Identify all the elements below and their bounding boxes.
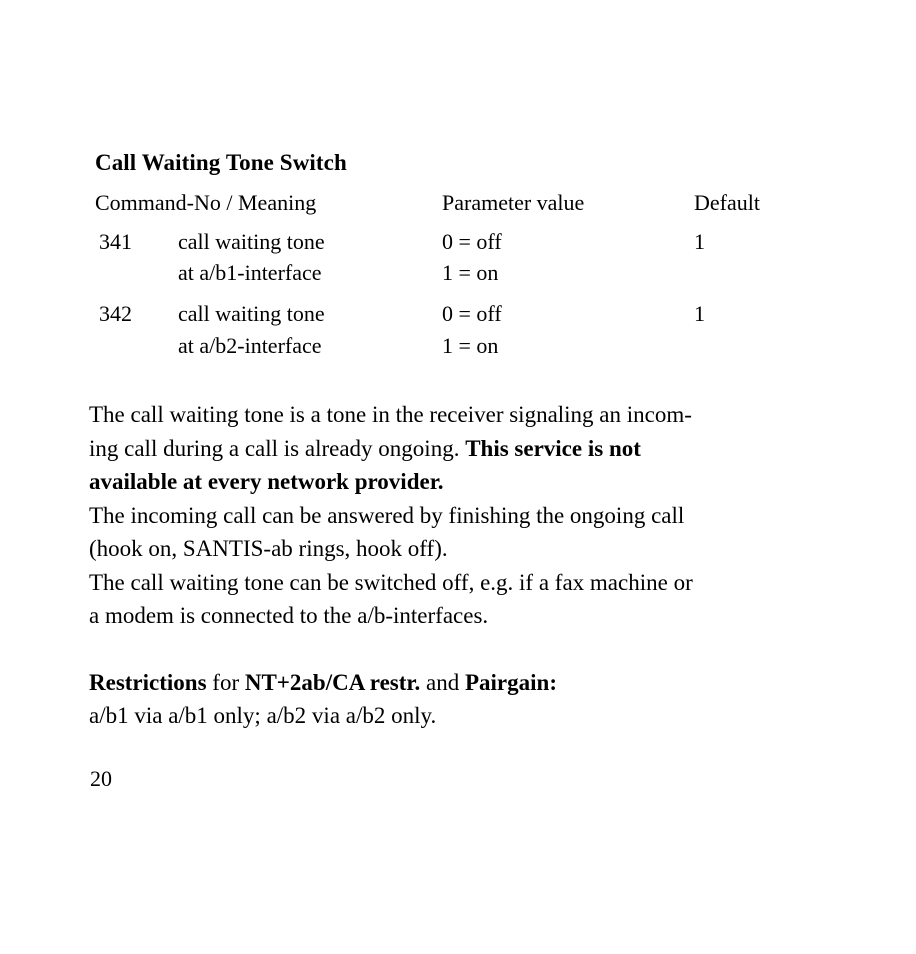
- row-meaning-line2: at a/b2-interface: [178, 332, 322, 358]
- paragraph1-line2-bold: This service is not: [465, 435, 641, 461]
- paragraph-description: The call waiting tone is a tone in the r…: [89, 398, 879, 499]
- row-command-number: 342: [99, 301, 132, 327]
- header-default: Default: [694, 189, 760, 215]
- row-meaning: call waiting tone at a/b1-interface: [170, 222, 434, 294]
- paragraph1-line3-bold: available at every network provider.: [89, 469, 444, 494]
- paragraph2-line2: (hook on, SANTIS-ab rings, hook off).: [89, 536, 448, 561]
- header-parameter-value: Parameter value: [442, 189, 585, 215]
- restrictions-pairgain: Pairgain:: [464, 669, 557, 695]
- restrictions-connector-for: for: [206, 669, 245, 695]
- paragraph2-line1: The incoming call can be answered by fin…: [89, 502, 685, 528]
- spec-table-container: Call Waiting Tone Switch Command-No / Me…: [87, 144, 825, 367]
- row-parameter-line1: 0 = off: [442, 228, 502, 254]
- restrictions-heading: Restrictions for NT+2ab/CA restr. and Pa…: [89, 666, 879, 700]
- row-command-number: 341: [99, 228, 132, 254]
- paragraph-switch-off: The call waiting tone can be switched of…: [89, 566, 879, 633]
- row-default: 1: [694, 301, 705, 327]
- header-command-meaning: Command-No / Meaning: [95, 189, 317, 215]
- row-default: 1: [694, 228, 705, 254]
- call-waiting-tone-switch-table: Call Waiting Tone Switch Command-No / Me…: [87, 144, 825, 367]
- restrictions-product: NT+2ab/CA restr.: [244, 669, 421, 695]
- row-parameter: 0 = off 1 = on: [434, 222, 686, 294]
- table-header-row: Command-No / Meaning Parameter value Def…: [87, 184, 825, 222]
- restrictions-block: Restrictions for NT+2ab/CA restr. and Pa…: [89, 666, 879, 733]
- paragraph-answering: The incoming call can be answered by fin…: [89, 499, 879, 566]
- page-number: 20: [90, 766, 112, 791]
- paragraph3-line2: a modem is connected to the a/b-interfac…: [89, 603, 489, 628]
- table-row: 342 call waiting tone at a/b2-interface …: [87, 294, 825, 366]
- paragraph1-line2-plain: ing call during a call is already ongoin…: [89, 435, 466, 461]
- body-content: The call waiting tone is a tone in the r…: [89, 398, 879, 733]
- table-title: Call Waiting Tone Switch: [95, 150, 347, 175]
- row-parameter-line2: 1 = on: [442, 332, 499, 358]
- row-meaning-line2: at a/b1-interface: [178, 260, 322, 286]
- restrictions-connector-and: and: [420, 669, 465, 695]
- document-page: Call Waiting Tone Switch Command-No / Me…: [0, 0, 916, 954]
- row-parameter-line2: 1 = on: [442, 260, 499, 286]
- paragraph1-line2: ing call during a call is already ongoin…: [89, 432, 879, 466]
- table-row: 341 call waiting tone at a/b1-interface …: [87, 222, 825, 294]
- row-meaning: call waiting tone at a/b2-interface: [170, 294, 434, 366]
- restrictions-detail: a/b1 via a/b1 only; a/b2 via a/b2 only.: [89, 703, 437, 728]
- paragraph3-line1: The call waiting tone can be switched of…: [89, 569, 693, 595]
- row-parameter-line1: 0 = off: [442, 301, 502, 327]
- row-parameter: 0 = off 1 = on: [434, 294, 686, 366]
- paragraph1-line1: The call waiting tone is a tone in the r…: [89, 402, 692, 427]
- row-meaning-line1: call waiting tone: [178, 228, 325, 254]
- row-meaning-line1: call waiting tone: [178, 301, 325, 327]
- restrictions-label: Restrictions: [89, 669, 207, 695]
- table-title-row: Call Waiting Tone Switch: [87, 144, 825, 184]
